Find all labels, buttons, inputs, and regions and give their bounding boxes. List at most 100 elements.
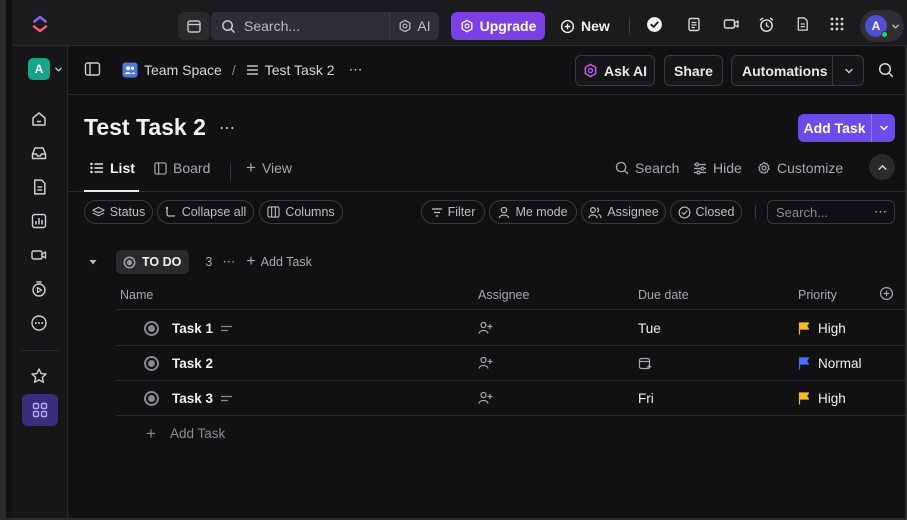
tasks-button[interactable] bbox=[645, 15, 663, 33]
column-priority[interactable]: Priority bbox=[798, 288, 837, 302]
column-due-date[interactable]: Due date bbox=[638, 288, 689, 302]
rail-clips[interactable] bbox=[29, 245, 49, 265]
priority-cell[interactable]: High bbox=[798, 321, 846, 336]
rail-home[interactable] bbox=[29, 109, 49, 129]
task-name[interactable]: Task 3 bbox=[172, 391, 233, 406]
rail-docs[interactable] bbox=[29, 177, 49, 197]
upgrade-icon bbox=[461, 19, 473, 33]
due-date-cell[interactable]: Fri bbox=[638, 391, 654, 406]
rail-timesheets[interactable] bbox=[29, 279, 49, 299]
add-view-button[interactable]: + View bbox=[246, 159, 292, 176]
notepad-button[interactable] bbox=[685, 15, 703, 33]
reminders-button[interactable] bbox=[757, 15, 775, 33]
add-task-button[interactable]: Add Task bbox=[798, 114, 895, 142]
apps-button[interactable] bbox=[828, 15, 846, 33]
add-task-label: Add Task bbox=[798, 114, 872, 142]
task-search-input[interactable]: Search... ⋯ bbox=[767, 200, 895, 224]
global-search-input[interactable]: Search... bbox=[211, 12, 389, 40]
rail-more[interactable] bbox=[29, 313, 49, 333]
caret-down-icon[interactable] bbox=[88, 257, 98, 267]
closed-label: Closed bbox=[695, 205, 735, 219]
column-assignee[interactable]: Assignee bbox=[478, 288, 529, 302]
add-task-row[interactable]: + Add Task bbox=[146, 425, 225, 442]
assignee-cell[interactable] bbox=[478, 321, 493, 340]
view-search-button[interactable]: Search bbox=[615, 160, 679, 176]
rail-dashboards[interactable] bbox=[29, 211, 49, 231]
share-button[interactable]: Share bbox=[664, 55, 723, 86]
status-badge[interactable]: TO DO bbox=[116, 250, 190, 274]
filter-chip[interactable]: Filter bbox=[421, 200, 485, 224]
collapse-header-button[interactable] bbox=[869, 154, 895, 180]
column-name[interactable]: Name bbox=[120, 288, 153, 302]
customize-button[interactable]: Customize bbox=[757, 160, 843, 176]
calendar-button[interactable] bbox=[178, 12, 210, 40]
new-label: New bbox=[581, 18, 610, 34]
tab-board-label: Board bbox=[173, 160, 211, 176]
home-icon bbox=[32, 112, 46, 126]
task-name[interactable]: Task 2 bbox=[172, 356, 213, 371]
rail-favorites[interactable] bbox=[29, 366, 49, 386]
tab-board[interactable]: Board bbox=[154, 160, 210, 176]
ai-icon bbox=[584, 63, 597, 78]
priority-cell[interactable]: Normal bbox=[798, 356, 862, 371]
chevron-down-icon[interactable] bbox=[844, 66, 854, 76]
sidebar-toggle-button[interactable] bbox=[84, 61, 101, 77]
rail-inbox[interactable] bbox=[29, 143, 49, 163]
status-chip[interactable]: Status bbox=[84, 200, 153, 224]
table-row[interactable]: Task 3 Fri High bbox=[116, 381, 907, 416]
page-title[interactable]: Test Task 2 bbox=[84, 114, 206, 141]
rail-spaces[interactable] bbox=[22, 394, 58, 426]
ask-ai-button[interactable]: Ask AI bbox=[575, 55, 655, 86]
view-search-label: Search bbox=[635, 160, 680, 176]
filter-icon bbox=[431, 207, 442, 217]
user-menu-button[interactable]: A bbox=[860, 10, 904, 42]
search-button[interactable] bbox=[878, 62, 894, 83]
task-name[interactable]: Task 1 bbox=[172, 321, 233, 336]
assignee-cell[interactable] bbox=[478, 356, 493, 375]
video-button[interactable] bbox=[722, 15, 740, 33]
hide-button[interactable]: Hide bbox=[693, 160, 742, 176]
tab-list[interactable]: List bbox=[90, 160, 135, 176]
bar-chart-icon bbox=[31, 213, 47, 229]
task-name-label: Task 2 bbox=[172, 356, 214, 371]
collapse-all-chip[interactable]: Collapse all bbox=[157, 200, 254, 224]
new-button[interactable]: New bbox=[560, 12, 610, 40]
app-window: Search... AI Upgrade New A A Team Space … bbox=[0, 0, 907, 520]
task-status-icon[interactable] bbox=[144, 356, 159, 371]
breadcrumb-list[interactable]: Test Task 2 bbox=[246, 62, 335, 78]
group-more-button[interactable]: ⋯ bbox=[222, 254, 236, 270]
add-column-icon[interactable] bbox=[879, 286, 894, 301]
table-row[interactable]: Task 1 Tue High bbox=[116, 311, 907, 346]
list-icon bbox=[90, 162, 103, 174]
team-icon bbox=[122, 62, 138, 77]
breadcrumb-space[interactable]: Team Space bbox=[122, 62, 222, 78]
docs-button[interactable] bbox=[793, 15, 811, 33]
ai-button[interactable]: AI bbox=[389, 12, 439, 40]
due-date-cell[interactable] bbox=[638, 356, 652, 373]
workspace-switcher[interactable]: A bbox=[28, 58, 63, 80]
me-mode-chip[interactable]: Me mode bbox=[489, 200, 577, 224]
share-label: Share bbox=[674, 62, 713, 79]
task-status-icon[interactable] bbox=[144, 321, 159, 336]
columns-chip[interactable]: Columns bbox=[259, 200, 343, 224]
search-options-button[interactable]: ⋯ bbox=[874, 204, 888, 220]
table-row[interactable]: Task 2 Normal bbox=[116, 346, 907, 381]
me-mode-label: Me mode bbox=[515, 205, 568, 219]
title-more-button[interactable]: ⋯ bbox=[219, 118, 236, 138]
priority-cell[interactable]: High bbox=[798, 391, 846, 406]
assignee-cell[interactable] bbox=[478, 391, 493, 410]
list-more-button[interactable]: ⋯ bbox=[349, 61, 364, 78]
group-add-task-button[interactable]: + Add Task bbox=[246, 254, 312, 270]
due-date-cell[interactable]: Tue bbox=[638, 321, 661, 336]
closed-chip[interactable]: Closed bbox=[670, 200, 742, 224]
upgrade-button[interactable]: Upgrade bbox=[451, 12, 545, 40]
search-placeholder: Search... bbox=[244, 18, 301, 34]
breadcrumb-space-label: Team Space bbox=[144, 61, 222, 78]
search-icon bbox=[878, 62, 894, 78]
automations-button[interactable]: Automations bbox=[731, 55, 864, 86]
subtask-icon bbox=[165, 206, 175, 217]
task-status-icon[interactable] bbox=[144, 391, 159, 406]
add-task-dropdown[interactable] bbox=[872, 114, 895, 142]
assignee-chip[interactable]: Assignee bbox=[581, 200, 666, 224]
clickup-logo-icon[interactable] bbox=[30, 14, 50, 34]
